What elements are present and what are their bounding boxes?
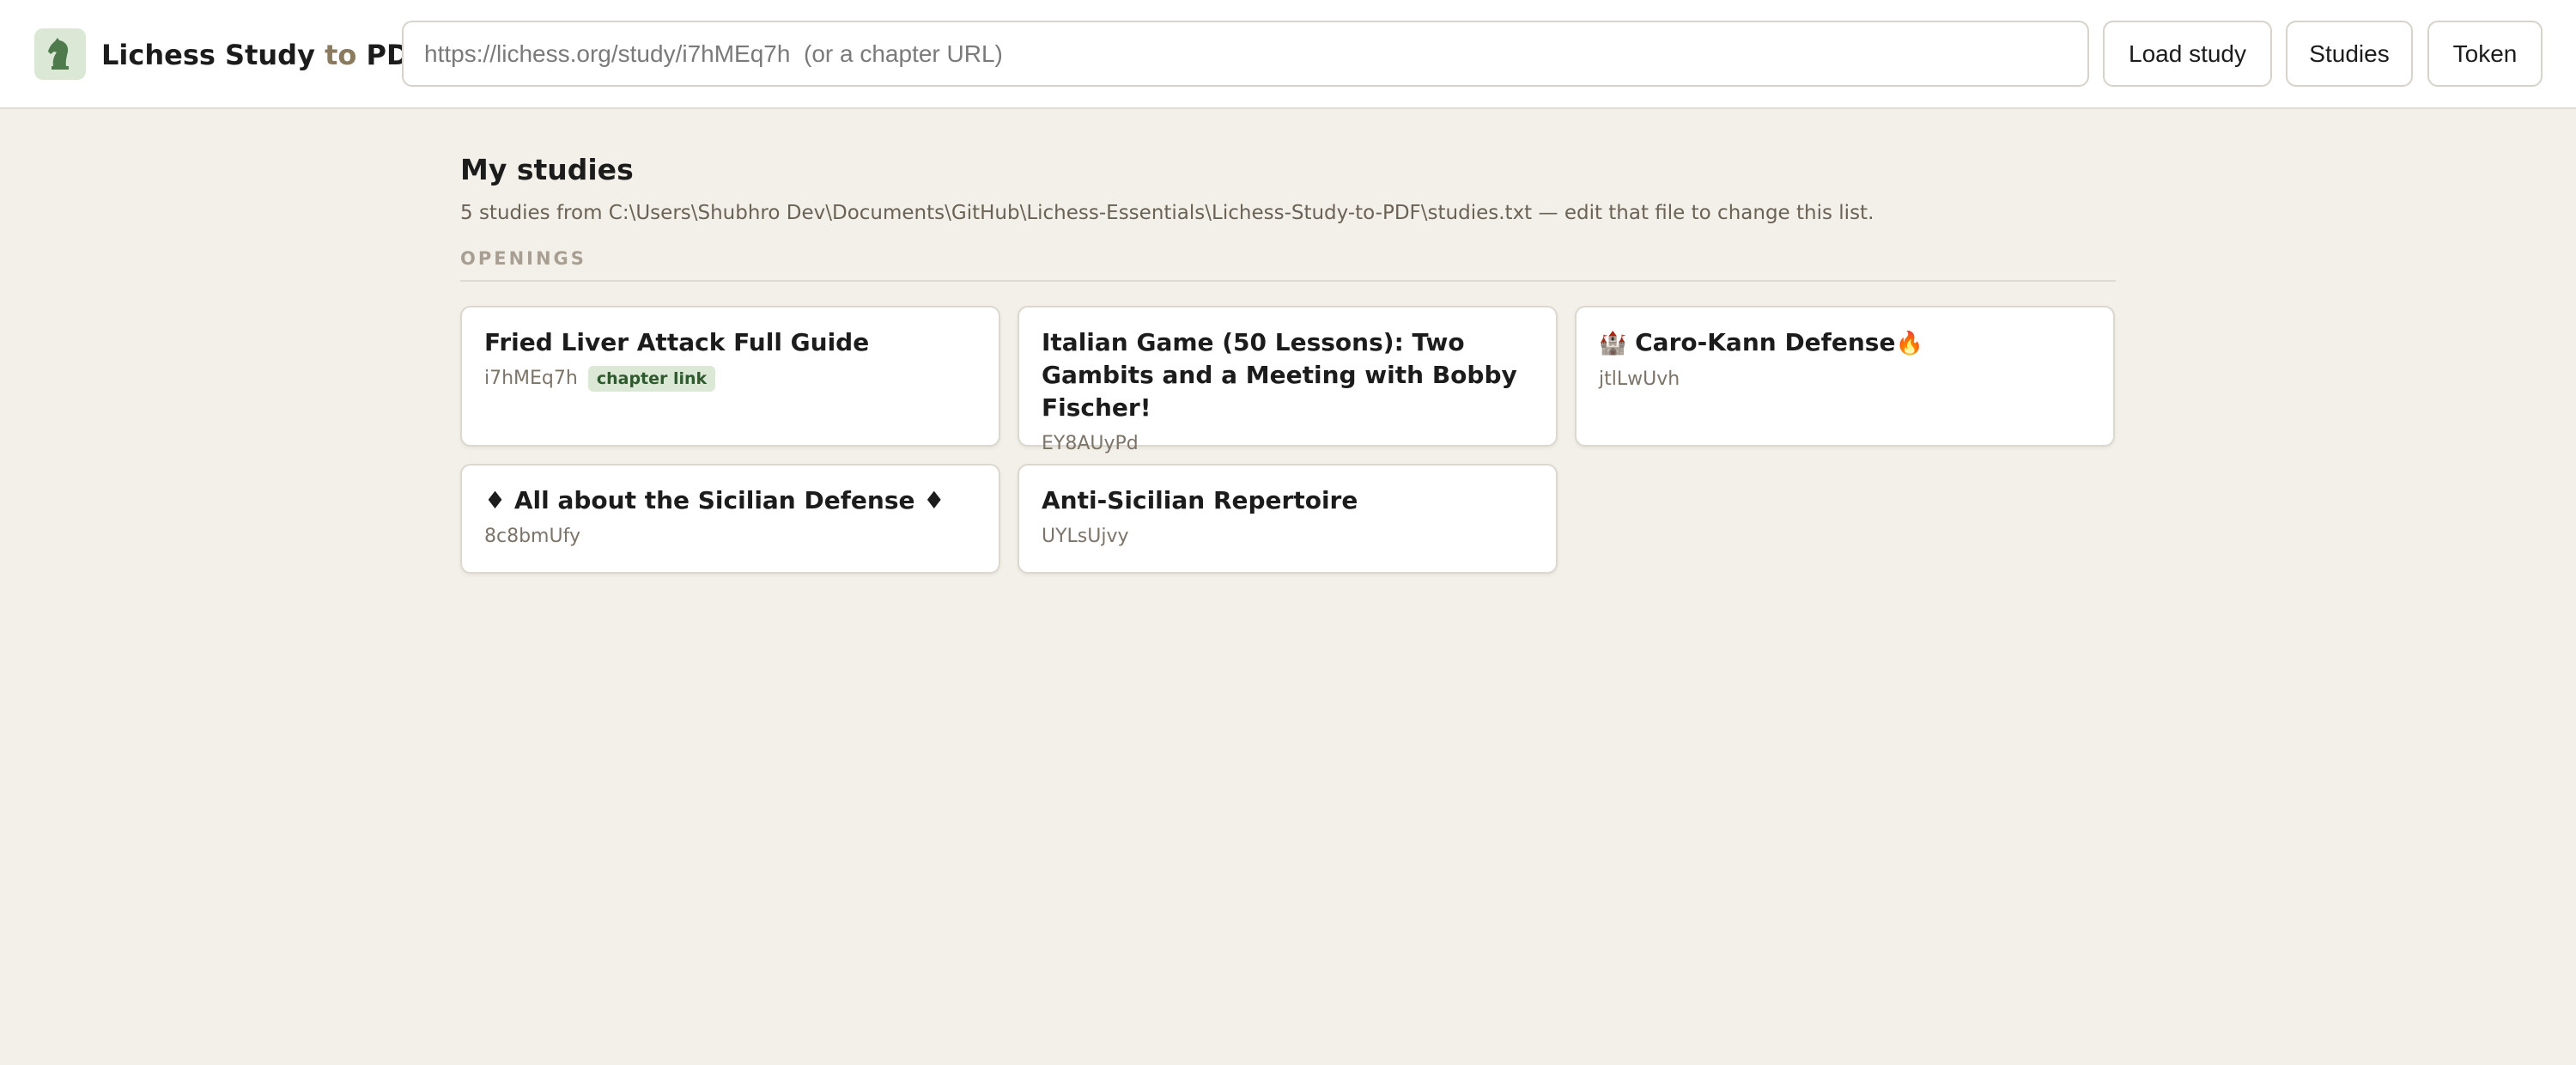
study-card[interactable]: Italian Game (50 Lessons): Two Gambits a… [1018,306,1558,454]
study-id: jtlLwUvh [1599,368,1680,390]
study-title-text: Caro-Kann Defense [1635,328,1896,356]
app-title-to: to [325,39,357,71]
study-id: i7hMEq7h [484,368,578,389]
token-button[interactable]: Token [2427,21,2543,87]
study-title: Italian Game (50 Lessons): Two Gambits a… [1042,328,1517,422]
study-card[interactable]: Fried Liver Attack Full Guide i7hMEq7h c… [460,306,1000,447]
fire-icon: 🔥 [1895,331,1923,356]
study-title: Anti-Sicilian Repertoire [1042,486,1358,514]
study-id: UYLsUjvy [1042,526,1129,547]
section-heading-openings: OPENINGS [460,246,2116,282]
study-title: Fried Liver Attack Full Guide [484,328,870,356]
load-study-button[interactable]: Load study [2103,21,2272,87]
study-card[interactable]: 🏰 Caro-Kann Defense🔥 jtlLwUvh [1575,306,2115,447]
study-id: 8c8bmUfy [484,526,580,547]
chess-knight-icon [48,38,69,70]
studies-button[interactable]: Studies [2286,21,2413,87]
study-id: EY8AUyPd [1042,433,1139,454]
page-description: 5 studies from C:\Users\Shubhro Dev\Docu… [460,202,1874,224]
study-title: ♦ All about the Sicilian Defense ♦ [484,486,945,514]
app-logo [34,28,86,80]
page-title: My studies [460,153,634,186]
top-bar: Lichess Study to PDF Load study Studies … [0,0,2576,109]
chapter-link-badge: chapter link [587,366,716,392]
study-title: 🏰 Caro-Kann Defense🔥 [1599,326,2091,360]
castle-icon: 🏰 [1599,331,1627,356]
app-title: Lichess Study to PDF [101,34,428,76]
study-card[interactable]: Anti-Sicilian Repertoire UYLsUjvy [1018,464,1558,574]
main-content: My studies 5 studies from C:\Users\Shubh… [460,151,2116,574]
study-url-input[interactable] [402,21,2089,87]
app-title-main: Lichess Study [101,39,315,71]
study-card[interactable]: ♦ All about the Sicilian Defense ♦ 8c8bm… [460,464,1000,574]
